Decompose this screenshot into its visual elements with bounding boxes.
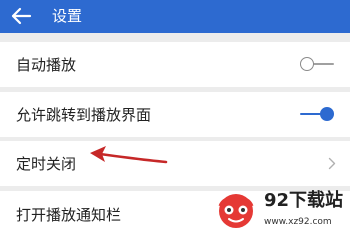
- toggle-knob: [300, 57, 314, 71]
- app-bar: 设置: [0, 0, 350, 33]
- red-arrow-icon: [90, 146, 168, 164]
- back-arrow-icon[interactable]: [10, 6, 32, 26]
- setting-row-timer-close[interactable]: 定时关闭: [0, 141, 350, 186]
- site-watermark: 92下载站 www.xz92.com: [214, 184, 344, 238]
- setting-label: 允许跳转到播放界面: [16, 106, 152, 124]
- settings-screen: 设置 自动播放 允许跳转到播放界面 定时关闭 打开播放通知栏 92下载站 www…: [0, 0, 350, 242]
- allow-jump-toggle[interactable]: [300, 106, 336, 122]
- setting-label: 自动播放: [16, 56, 77, 74]
- setting-label: 定时关闭: [16, 155, 77, 173]
- setting-row-allow-jump[interactable]: 允许跳转到播放界面: [0, 92, 350, 137]
- page-title: 设置: [52, 7, 83, 25]
- watermark-logo-icon: [218, 194, 254, 228]
- auto-play-toggle[interactable]: [300, 56, 336, 72]
- watermark-title: 92下载站: [264, 190, 344, 211]
- setting-row-auto-play[interactable]: 自动播放: [0, 42, 350, 87]
- chevron-right-icon: [328, 157, 336, 170]
- watermark-url: www.xz92.com: [264, 217, 332, 227]
- setting-label: 打开播放通知栏: [16, 206, 122, 224]
- toggle-knob: [320, 107, 334, 121]
